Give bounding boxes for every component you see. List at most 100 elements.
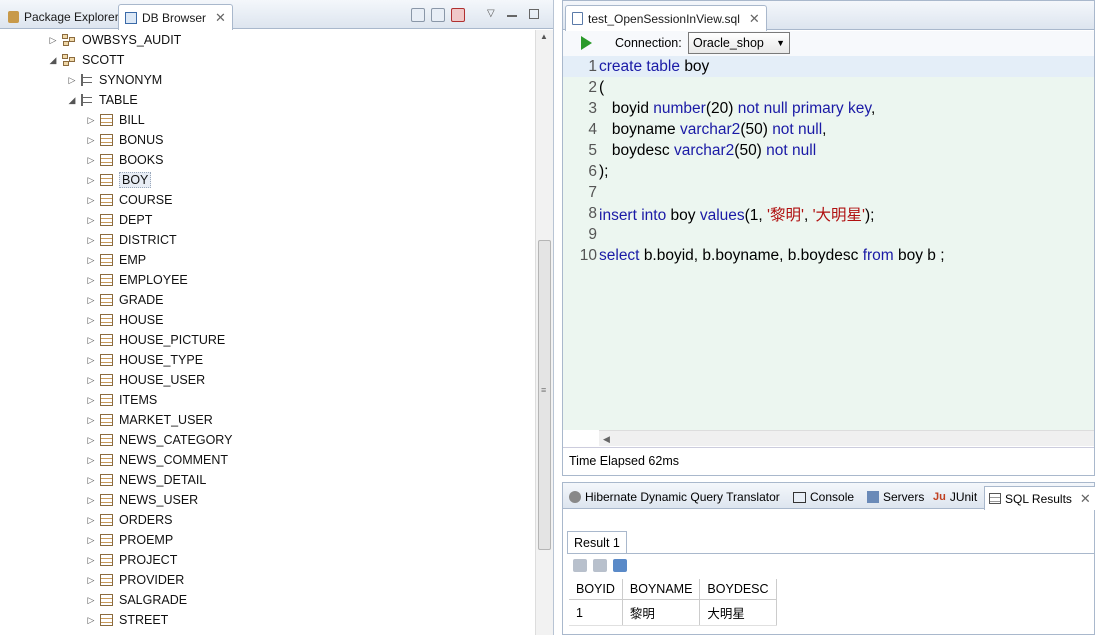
tab-junit[interactable]: Ju JUnit <box>929 486 981 508</box>
expand-arrow-icon[interactable]: ▷ <box>86 415 96 426</box>
scrollbar-thumb[interactable] <box>538 240 551 550</box>
view-menu-chevron-icon[interactable]: ▽ <box>487 8 495 19</box>
tree-item-books[interactable]: ▷ BOOKS <box>86 150 164 170</box>
tree-item-course[interactable]: ▷ COURSE <box>86 190 173 210</box>
tree-item-news-category[interactable]: ▷ NEWS_CATEGORY <box>86 430 233 450</box>
expand-arrow-icon[interactable]: ▷ <box>86 495 96 506</box>
tree-item-news-detail[interactable]: ▷ NEWS_DETAIL <box>86 470 207 490</box>
expand-arrow-icon[interactable]: ▷ <box>86 115 96 126</box>
tree-item-market-user[interactable]: ▷ MARKET_USER <box>86 410 213 430</box>
close-icon[interactable]: ✕ <box>749 11 760 27</box>
scroll-left-arrow-icon[interactable]: ◀ <box>603 434 610 444</box>
expand-arrow-icon[interactable]: ▷ <box>86 355 96 366</box>
tree-item-label: NEWS_DETAIL <box>119 473 207 487</box>
table-cell[interactable]: 1 <box>569 599 623 626</box>
run-icon[interactable] <box>581 36 592 50</box>
tree-item-bonus[interactable]: ▷ BONUS <box>86 130 164 150</box>
export-icon[interactable] <box>573 559 587 572</box>
column-header-boyname[interactable]: BOYNAME <box>622 579 701 600</box>
minimize-icon[interactable] <box>506 14 517 17</box>
expand-arrow-icon[interactable]: ▷ <box>86 275 96 286</box>
tree-item-house-type[interactable]: ▷ HOUSE_TYPE <box>86 350 204 370</box>
expand-arrow-icon[interactable]: ▷ <box>86 175 96 186</box>
tab-console[interactable]: Console <box>789 486 858 508</box>
tree-item-orders[interactable]: ▷ ORDERS <box>86 510 173 530</box>
expand-arrow-icon[interactable]: ▷ <box>67 75 77 86</box>
column-header-boyid[interactable]: BOYID <box>569 579 623 600</box>
tab-sql-file[interactable]: test_OpenSessionInView.sql ✕ <box>565 5 767 31</box>
sql-token: (20) <box>705 99 738 117</box>
expand-arrow-icon[interactable]: ▷ <box>86 435 96 446</box>
collapse-all-icon[interactable] <box>411 8 425 22</box>
editor-hscrollbar[interactable]: ◀ <box>599 430 1094 446</box>
tab-sql-results[interactable]: SQL Results ✕ <box>984 486 1095 510</box>
tab-db-browser[interactable]: DB Browser ✕ <box>118 4 233 30</box>
tree-item-provider[interactable]: ▷ PROVIDER <box>86 570 185 590</box>
tab-hibernate-translator[interactable]: Hibernate Dynamic Query Translator <box>565 486 784 508</box>
tree-item-items[interactable]: ▷ ITEMS <box>86 390 158 410</box>
delete-connection-icon[interactable] <box>451 8 465 22</box>
tab-servers[interactable]: Servers <box>863 486 928 508</box>
expand-arrow-icon[interactable]: ▷ <box>86 455 96 466</box>
servers-icon <box>867 491 879 503</box>
table-row[interactable]: 1 黎明 大明星 <box>569 599 777 626</box>
expand-arrow-icon[interactable]: ▷ <box>86 515 96 526</box>
tree-item-emp[interactable]: ▷ EMP <box>86 250 147 270</box>
tree-item-synonym[interactable]: ▷ SYNONYM <box>67 70 163 90</box>
refresh-icon[interactable] <box>613 559 627 572</box>
tree-item-district[interactable]: ▷ DISTRICT <box>86 230 177 250</box>
expand-arrow-icon[interactable]: ▷ <box>86 555 96 566</box>
expand-arrow-icon[interactable]: ▷ <box>86 475 96 486</box>
expand-arrow-icon[interactable]: ▷ <box>86 255 96 266</box>
tree-item-table[interactable]: ◢ TABLE <box>67 90 138 110</box>
expand-arrow-icon[interactable]: ▷ <box>86 595 96 606</box>
tree-item-news-user[interactable]: ▷ NEWS_USER <box>86 490 199 510</box>
tree-item-project[interactable]: ▷ PROJECT <box>86 550 178 570</box>
tab-package-explorer[interactable]: Package Explorer <box>2 4 125 29</box>
expand-arrow-icon[interactable]: ▷ <box>86 135 96 146</box>
expand-arrow-icon[interactable]: ▷ <box>86 315 96 326</box>
link-editor-icon[interactable] <box>431 8 445 22</box>
tree-item-employee[interactable]: ▷ EMPLOYEE <box>86 270 188 290</box>
close-icon[interactable]: ✕ <box>1080 491 1091 507</box>
tree-item-boy[interactable]: ▷ BOY <box>86 170 152 190</box>
expand-arrow-icon[interactable]: ▷ <box>86 375 96 386</box>
tree-item-dept[interactable]: ▷ DEPT <box>86 210 153 230</box>
tree-item-scott[interactable]: ◢ SCOTT <box>48 50 125 70</box>
maximize-icon[interactable] <box>528 8 539 19</box>
expand-arrow-icon[interactable]: ▷ <box>86 335 96 346</box>
tree-item-salgrade[interactable]: ▷ SALGRADE <box>86 590 188 610</box>
expand-arrow-icon[interactable]: ▷ <box>86 575 96 586</box>
tree-item-grade[interactable]: ▷ GRADE <box>86 290 164 310</box>
tree-item-street[interactable]: ▷ STREET <box>86 610 169 630</box>
expand-arrow-icon[interactable]: ▷ <box>86 395 96 406</box>
close-icon[interactable]: ✕ <box>215 10 226 26</box>
tab-result-1[interactable]: Result 1 <box>567 531 627 554</box>
tree-item-house-picture[interactable]: ▷ HOUSE_PICTURE <box>86 330 226 350</box>
tree-item-owbsys-audit[interactable]: ▷ OWBSYS_AUDIT <box>48 30 182 50</box>
tree-scrollbar[interactable]: ▲ ≡ <box>535 30 553 635</box>
expand-arrow-icon[interactable]: ▷ <box>86 615 96 626</box>
expand-arrow-icon[interactable]: ▷ <box>48 35 58 46</box>
expand-arrow-icon[interactable]: ▷ <box>86 155 96 166</box>
collapse-arrow-icon[interactable]: ◢ <box>67 95 77 106</box>
code-area[interactable]: 1 create table boy 2(3 boyid number(20) no… <box>563 56 1094 430</box>
expand-arrow-icon[interactable]: ▷ <box>86 535 96 546</box>
scroll-up-arrow-icon[interactable]: ▲ <box>540 32 548 41</box>
tree-item-house-user[interactable]: ▷ HOUSE_USER <box>86 370 206 390</box>
tree-item-bill[interactable]: ▷ BILL <box>86 110 145 130</box>
tree-item-proemp[interactable]: ▷ PROEMP <box>86 530 174 550</box>
code-text: boydesc varchar2(50) not null <box>599 142 816 160</box>
tree-item-news-comment[interactable]: ▷ NEWS_COMMENT <box>86 450 229 470</box>
expand-arrow-icon[interactable]: ▷ <box>86 215 96 226</box>
import-icon[interactable] <box>593 559 607 572</box>
column-header-boydesc[interactable]: BOYDESC <box>699 579 777 600</box>
expand-arrow-icon[interactable]: ▷ <box>86 235 96 246</box>
tree-item-house[interactable]: ▷ HOUSE <box>86 310 164 330</box>
table-cell[interactable]: 大明星 <box>699 599 777 626</box>
expand-arrow-icon[interactable]: ▷ <box>86 195 96 206</box>
collapse-arrow-icon[interactable]: ◢ <box>48 55 58 66</box>
expand-arrow-icon[interactable]: ▷ <box>86 295 96 306</box>
connection-select[interactable]: Oracle_shop ▼ <box>688 32 790 54</box>
table-cell[interactable]: 黎明 <box>622 599 701 626</box>
